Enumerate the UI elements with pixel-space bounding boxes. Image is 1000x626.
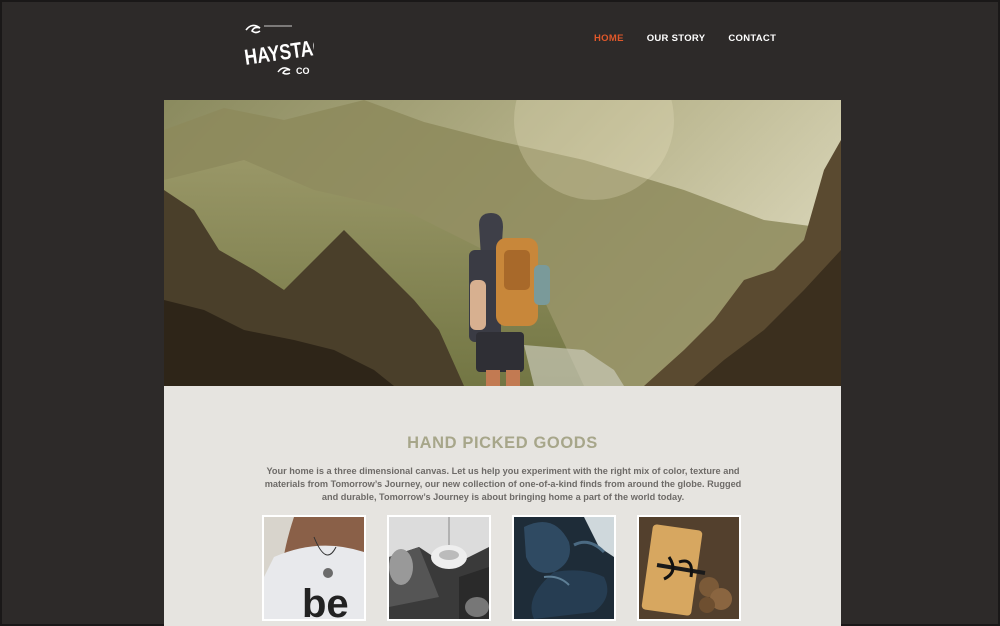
product-card[interactable]	[387, 515, 491, 621]
svg-text:HAYSTACK: HAYSTACK	[243, 33, 314, 70]
pendant-lamp-photo	[389, 517, 489, 619]
product-card[interactable]: be	[262, 515, 366, 621]
gift-box-photo	[639, 517, 739, 619]
svg-text:CO: CO	[296, 66, 310, 76]
hiker-mountain-photo	[164, 100, 841, 386]
product-grid: be	[262, 515, 744, 626]
nav-our-story[interactable]: OUR STORY	[647, 32, 706, 46]
nav-home[interactable]: HOME	[594, 32, 624, 46]
person-necklace-photo: be	[264, 517, 364, 619]
main-nav: HOME OUR STORY CONTACT	[594, 32, 799, 46]
hero-image	[164, 100, 841, 386]
blue-chair-photo	[514, 517, 614, 619]
section-heading: HAND PICKED GOODS	[407, 434, 598, 452]
svg-text:be: be	[302, 582, 349, 619]
logo-mark: HAYSTACK CO	[243, 24, 314, 76]
nav-contact[interactable]: CONTACT	[728, 32, 776, 46]
product-card[interactable]	[512, 515, 616, 621]
haystack-logo[interactable]: HAYSTACK CO	[242, 20, 314, 80]
site-header: HAYSTACK CO HOME OUR STORY CONTACT	[2, 2, 1000, 100]
hand-picked-section: HAND PICKED GOODS Your home is a three d…	[164, 386, 841, 626]
product-card[interactable]	[637, 515, 741, 621]
section-description: Your home is a three dimensional canvas.…	[264, 466, 742, 502]
